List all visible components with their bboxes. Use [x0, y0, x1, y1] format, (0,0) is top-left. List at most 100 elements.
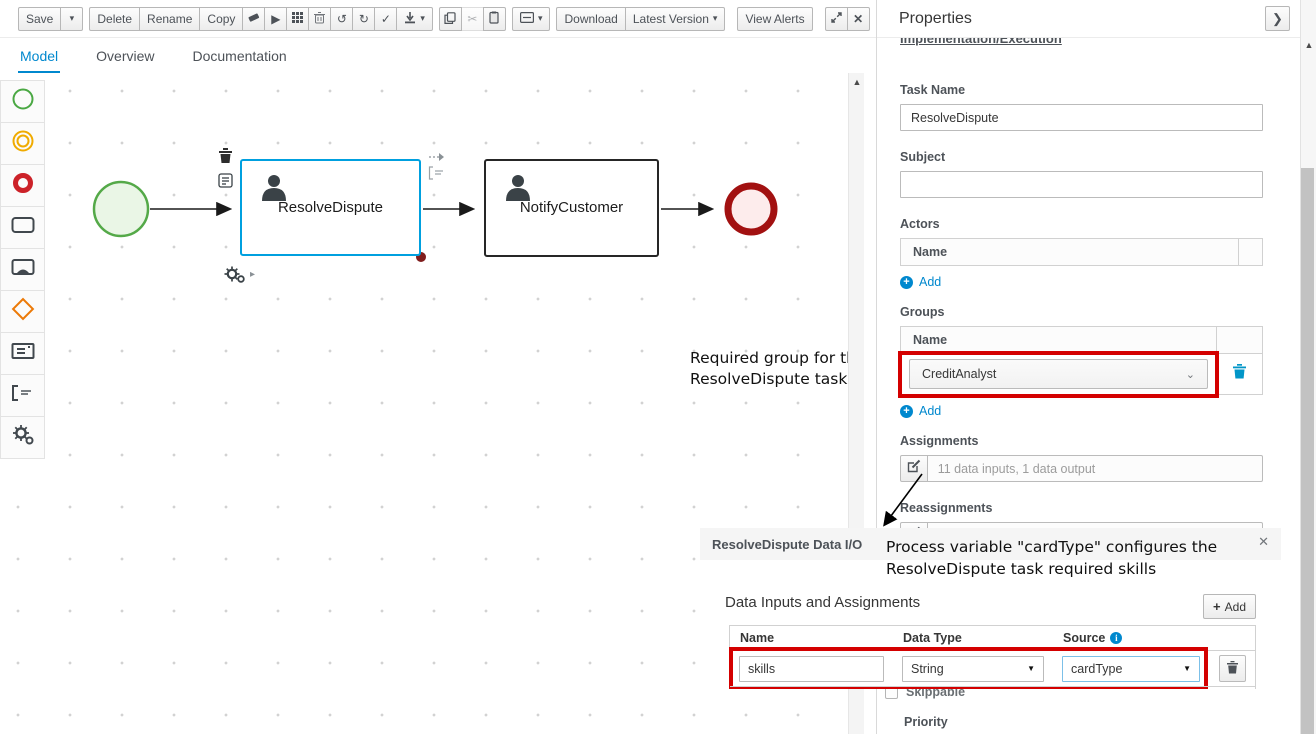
paste-button[interactable] [483, 7, 506, 31]
task-name-label: Task Name [900, 83, 1263, 97]
column-source-header: Source i [1053, 626, 1209, 650]
palette-business-rule[interactable] [0, 332, 45, 375]
tab-model[interactable]: Model [18, 42, 60, 73]
data-inputs-table: Name Data Type Source i String▼ cardTy [729, 625, 1256, 689]
group-select[interactable]: CreditAnalyst ⌄ [909, 359, 1208, 389]
delete-row-button[interactable] [1219, 655, 1246, 682]
palette-end-event[interactable] [0, 164, 45, 207]
info-icon[interactable]: i [1110, 632, 1122, 644]
dialog-add-button[interactable]: +Add [1203, 594, 1256, 619]
scroll-up-icon[interactable]: ▲ [1303, 40, 1315, 50]
rename-button[interactable]: Rename [139, 7, 200, 31]
view-alerts-button[interactable]: View Alerts [737, 7, 812, 31]
data-inputs-heading: Data Inputs and Assignments [725, 594, 920, 611]
delete-group-icon[interactable] [1233, 364, 1246, 384]
palette-text-annotation[interactable] [0, 374, 45, 417]
delete-node-icon[interactable] [218, 147, 233, 168]
caret-down-icon: ▾ [70, 14, 75, 23]
annotation-group-note: Required group for the ResolveDispute ta… [690, 348, 848, 390]
export-button[interactable]: ▾ [396, 7, 433, 31]
source-select[interactable]: cardType▼ [1062, 656, 1200, 682]
palette-service-tasks[interactable] [0, 416, 45, 459]
input-name-field[interactable] [739, 656, 884, 682]
scroll-up-icon[interactable]: ▲ [851, 77, 863, 87]
scrollbar-thumb[interactable] [1301, 168, 1314, 734]
annotation-cardtype-note: Process variable "cardType" configures t… [886, 536, 1278, 580]
morph-gears-icon[interactable] [224, 266, 246, 288]
copy-button[interactable]: Copy [199, 7, 243, 31]
actors-table: Name [900, 238, 1263, 266]
check-icon: ✓ [381, 13, 391, 25]
caret-down-icon: ▾ [420, 14, 425, 23]
palette-subprocess[interactable] [0, 248, 45, 291]
expand-icon [831, 12, 842, 25]
actors-label: Actors [900, 217, 1263, 231]
subject-input[interactable] [900, 171, 1263, 198]
latest-version-dropdown[interactable]: Latest Version▾ [625, 7, 726, 31]
paste-icon [489, 11, 500, 26]
cut-button[interactable]: ✂ [461, 7, 484, 31]
run-button[interactable]: ▶ [264, 7, 287, 31]
clear-button[interactable] [308, 7, 331, 31]
chevron-down-icon: ⌄ [1186, 368, 1195, 381]
task-name-input[interactable] [900, 104, 1263, 131]
duplicate-button[interactable] [439, 7, 462, 31]
palette-intermediate-event[interactable] [0, 122, 45, 165]
chevron-right-icon: ❯ [1272, 11, 1283, 27]
palette-start-event[interactable] [0, 80, 45, 123]
cut-icon: ✂ [467, 13, 477, 25]
grid-button[interactable] [286, 7, 309, 31]
undo-icon: ↺ [337, 13, 347, 25]
start-event-node[interactable] [94, 182, 148, 236]
palette-gateway[interactable] [0, 290, 45, 333]
redo-icon: ↻ [359, 13, 369, 25]
save-button[interactable]: Save [18, 7, 61, 31]
actors-add-link[interactable]: + Add [900, 275, 1263, 289]
fullscreen-button[interactable] [825, 7, 848, 31]
form-icon [520, 12, 534, 25]
service-tasks-icon [11, 424, 35, 451]
groups-add-link[interactable]: + Add [900, 404, 1263, 418]
palette-task[interactable] [0, 206, 45, 249]
end-event-node[interactable] [728, 186, 774, 232]
dropdown-arrow-icon: ▼ [1027, 664, 1035, 673]
duplicate-icon [444, 12, 456, 26]
redo-button[interactable]: ↻ [352, 7, 375, 31]
groups-table: Name CreditAnalyst ⌄ [900, 326, 1263, 395]
column-datatype-header: Data Type [893, 626, 1053, 650]
eraser-button[interactable] [242, 7, 265, 31]
edit-form-icon[interactable] [218, 173, 233, 192]
create-connection-icon[interactable] [429, 150, 445, 166]
text-annotation-icon [11, 384, 35, 407]
text-annotation-mini-icon[interactable] [428, 166, 446, 184]
close-editor-button[interactable]: ✕ [847, 7, 870, 31]
subprocess-icon [11, 258, 35, 281]
caret-down-icon: ▾ [713, 14, 718, 23]
plus-circle-icon: + [900, 276, 913, 289]
dialog-title: ResolveDispute Data I/O [712, 537, 862, 552]
start-event-icon [11, 87, 35, 116]
assignments-row [900, 455, 1263, 482]
delete-button[interactable]: Delete [89, 7, 140, 31]
data-input-row: String▼ cardType▼ [730, 651, 1255, 686]
task-notify-customer[interactable]: NotifyCustomer [484, 159, 659, 257]
tab-documentation[interactable]: Documentation [191, 42, 289, 73]
intermediate-event-icon [11, 129, 35, 158]
download-button[interactable]: Download [556, 7, 625, 31]
collapse-panel-button[interactable]: ❯ [1265, 6, 1290, 31]
tab-overview[interactable]: Overview [94, 42, 156, 73]
undo-button[interactable]: ↺ [330, 7, 353, 31]
save-menu-button[interactable]: ▾ [60, 7, 83, 31]
task-resolve-dispute[interactable]: ResolveDispute [240, 159, 421, 256]
priority-label: Priority [904, 715, 948, 729]
validate-button[interactable]: ✓ [374, 7, 397, 31]
expand-morph-icon[interactable]: ▸ [250, 270, 255, 280]
form-generation-button[interactable]: ▾ [512, 7, 551, 31]
assignments-summary-input[interactable] [928, 455, 1263, 482]
datatype-select[interactable]: String▼ [902, 656, 1044, 682]
assignments-edit-button[interactable] [900, 455, 928, 482]
caret-down-icon: ▾ [538, 14, 543, 23]
grid-icon [292, 12, 303, 25]
assignments-label: Assignments [900, 434, 1263, 448]
task-icon [11, 216, 35, 239]
